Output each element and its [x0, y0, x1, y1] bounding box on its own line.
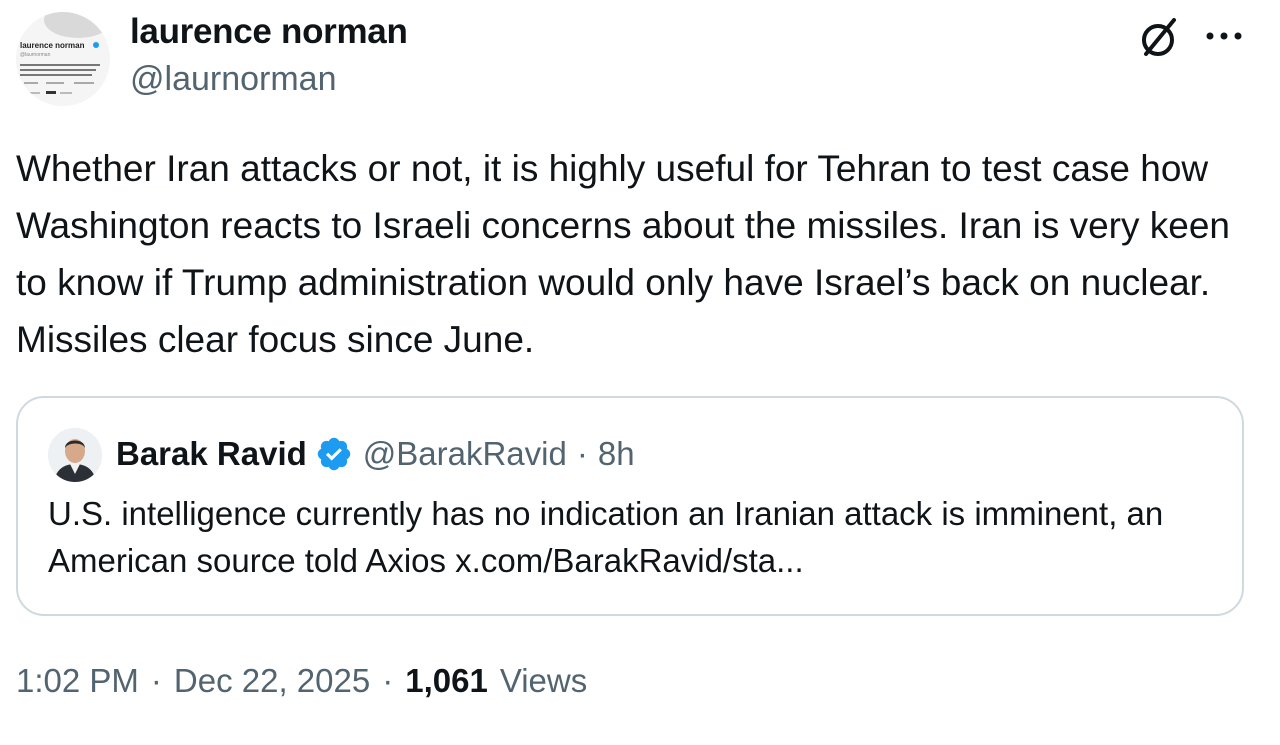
quoted-tweet-header: Barak Ravid @BarakRavid · 8h	[116, 432, 635, 476]
author-name[interactable]: laurence norman	[130, 12, 408, 52]
quoted-timestamp[interactable]: 8h	[598, 435, 635, 473]
tweet-time[interactable]: 1:02 PM	[16, 662, 139, 700]
verified-badge-icon	[317, 437, 350, 471]
quoted-separator: ·	[576, 435, 588, 472]
author-handle[interactable]: @laurnorman	[130, 60, 337, 99]
tweet-text: Whether Iran attacks or not, it is highl…	[16, 148, 1241, 360]
author-avatar[interactable]: laurence norman @laurnorman	[16, 12, 110, 106]
quoted-author-avatar[interactable]	[48, 428, 102, 482]
views-label: Views	[499, 662, 588, 699]
more-options-icon[interactable]	[1204, 26, 1244, 46]
avatar-profile-snapshot: laurence norman @laurnorman	[16, 12, 110, 106]
meta-separator: ·	[150, 662, 162, 699]
quoted-tweet-card[interactable]: Barak Ravid @BarakRavid · 8h U.S. intell…	[16, 396, 1244, 616]
avatar-mini-name: laurence norman	[20, 41, 85, 50]
tweet-date[interactable]: Dec 22, 2025	[174, 662, 370, 700]
quoted-tweet-text: U.S. intelligence currently has no indic…	[48, 495, 1164, 579]
meta-separator: ·	[382, 662, 394, 699]
quoted-author-name[interactable]: Barak Ravid	[116, 435, 307, 473]
grok-icon[interactable]	[1136, 14, 1184, 62]
avatar-mini-handle: @laurnorman	[20, 52, 51, 58]
tweet-meta: 1:02 PM · Dec 22, 2025 · 1,061 Views	[16, 660, 587, 702]
quoted-author-handle[interactable]: @BarakRavid	[363, 435, 567, 473]
views-count: 1,061	[405, 662, 488, 699]
